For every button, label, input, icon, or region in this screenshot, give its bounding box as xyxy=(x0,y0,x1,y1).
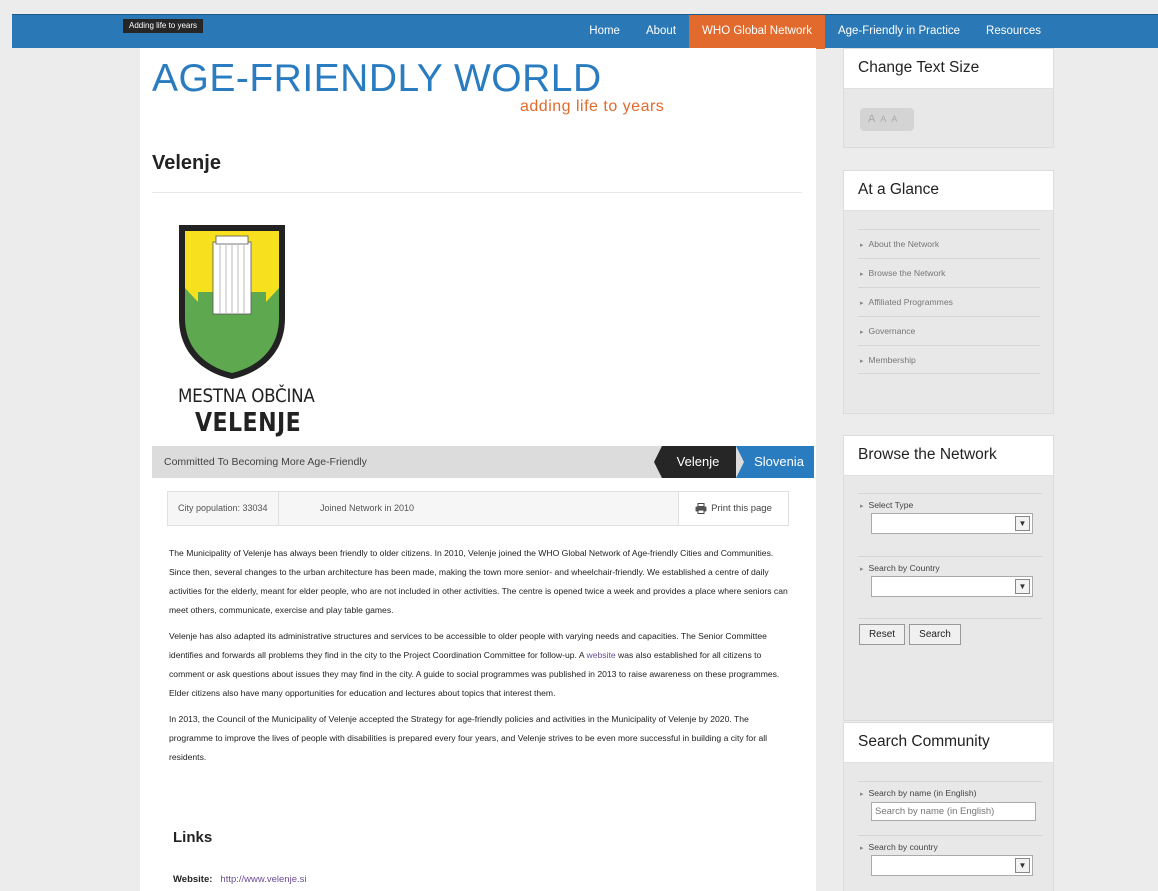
chevron-down-icon: ▼ xyxy=(1015,858,1030,873)
search-country-label: Search by Country xyxy=(860,563,1042,573)
nav-age-friendly-in-practice[interactable]: Age-Friendly in Practice xyxy=(825,15,973,49)
at-a-glance-menu: About the Network Browse the Network Aff… xyxy=(858,229,1040,374)
article-paragraph-1: The Municipality of Velenje has always b… xyxy=(169,548,788,615)
article-body: The Municipality of Velenje has always b… xyxy=(169,544,795,774)
menu-item-about-network[interactable]: About the Network xyxy=(858,229,1040,258)
chevron-down-icon: ▼ xyxy=(1015,516,1030,531)
nav-who-global-network[interactable]: WHO Global Network xyxy=(689,15,825,49)
commitment-label: Committed To Becoming More Age-Friendly xyxy=(164,456,367,468)
search-country-dropdown[interactable]: ▼ xyxy=(871,576,1033,597)
search-country-row: Search by Country ▼ xyxy=(858,556,1042,597)
printer-icon xyxy=(695,502,707,514)
website-row: Website: http://www.velenje.si xyxy=(173,874,307,885)
select-type-label: Select Type xyxy=(860,500,1042,510)
site-logo-title[interactable]: AGE-FRIENDLY WORLD xyxy=(152,56,602,102)
site-logo-subtitle: adding life to years xyxy=(520,98,665,115)
select-type-dropdown[interactable]: ▼ xyxy=(871,513,1033,534)
main-content: AGE-FRIENDLY WORLD adding life to years … xyxy=(140,48,816,891)
search-name-label: Search by name (in English) xyxy=(860,788,1042,798)
print-label: Print this page xyxy=(711,503,772,514)
nav-home[interactable]: Home xyxy=(576,15,633,49)
menu-item-membership[interactable]: Membership xyxy=(858,345,1040,374)
website-url-link[interactable]: http://www.velenje.si xyxy=(220,874,306,885)
country-tag[interactable]: Slovenia xyxy=(736,446,814,478)
article-paragraph-2: Velenje has also adapted its administrat… xyxy=(169,627,795,703)
website-label: Website: xyxy=(173,874,213,885)
browse-network-title: Browse the Network xyxy=(844,436,1053,476)
text-size-control: AAA xyxy=(860,108,914,131)
at-a-glance-widget: At a Glance About the Network Browse the… xyxy=(843,170,1054,414)
menu-item-affiliated-programmes[interactable]: Affiliated Programmes xyxy=(858,287,1040,316)
select-type-row: Select Type ▼ xyxy=(858,493,1042,534)
reset-button[interactable]: Reset xyxy=(859,624,905,645)
nav-about[interactable]: About xyxy=(633,15,689,49)
velenje-crest-icon xyxy=(179,225,285,379)
article-paragraph-3: In 2013, the Council of the Municipality… xyxy=(169,714,768,762)
browse-network-widget: Browse the Network Select Type ▼ Search … xyxy=(843,435,1054,721)
title-divider xyxy=(152,192,802,193)
print-button[interactable]: Print this page xyxy=(678,492,788,525)
links-heading: Links xyxy=(173,829,213,846)
at-a-glance-title: At a Glance xyxy=(844,171,1053,211)
website-inline-link[interactable]: website xyxy=(586,650,615,660)
search-button[interactable]: Search xyxy=(909,624,961,645)
text-size-large[interactable]: A xyxy=(868,113,875,125)
chevron-down-icon: ▼ xyxy=(1015,579,1030,594)
city-info-box: City population: 33034 Joined Network in… xyxy=(167,491,789,526)
search-country-community-row: Search by country ▼ xyxy=(858,835,1042,876)
header-tagline: Adding life to years xyxy=(123,19,204,33)
crest-caption-line2: VELENJE xyxy=(195,408,302,438)
city-population: City population: 33034 xyxy=(168,492,279,525)
search-country-community-dropdown[interactable]: ▼ xyxy=(871,855,1033,876)
page-title: Velenje xyxy=(152,152,221,174)
search-name-row: Search by name (in English) xyxy=(858,781,1042,821)
search-name-input[interactable] xyxy=(871,802,1036,821)
text-size-title: Change Text Size xyxy=(844,49,1053,89)
text-size-small[interactable]: A xyxy=(891,114,897,124)
crest-caption-line1: MESTNA OBČINA xyxy=(178,385,315,407)
city-tag[interactable]: Velenje xyxy=(654,446,736,478)
main-nav: Home About WHO Global Network Age-Friend… xyxy=(576,15,1054,49)
menu-item-browse-network[interactable]: Browse the Network xyxy=(858,258,1040,287)
search-country-community-label: Search by country xyxy=(860,842,1042,852)
nav-resources[interactable]: Resources xyxy=(973,15,1054,49)
menu-item-governance[interactable]: Governance xyxy=(858,316,1040,345)
text-size-widget: Change Text Size AAA xyxy=(843,48,1054,148)
search-community-title: Search Community xyxy=(844,723,1053,763)
browse-divider xyxy=(858,618,1042,619)
commitment-bar: Committed To Becoming More Age-Friendly … xyxy=(152,446,814,478)
text-size-medium[interactable]: A xyxy=(880,114,886,124)
joined-network: Joined Network in 2010 xyxy=(320,503,415,513)
search-community-widget: Search Community Search by name (in Engl… xyxy=(843,722,1054,891)
